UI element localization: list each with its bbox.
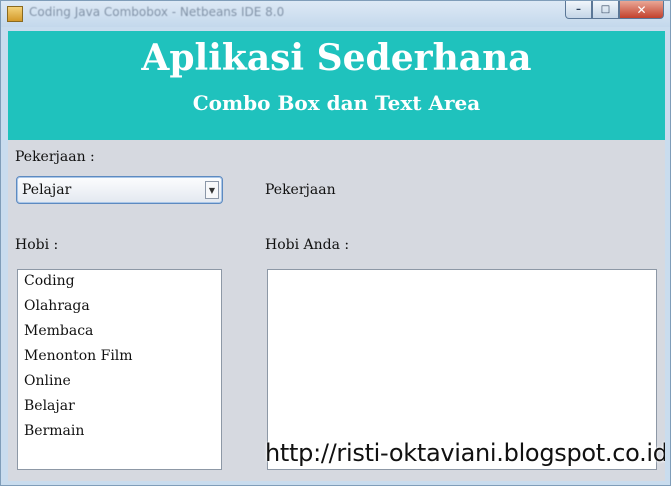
- app-title: Aplikasi Sederhana: [141, 37, 532, 79]
- title-bar[interactable]: Coding Java Combobox - Netbeans IDE 8.0 …: [1, 1, 670, 27]
- window-title: Coding Java Combobox - Netbeans IDE 8.0: [29, 5, 285, 19]
- java-app-icon: [7, 6, 23, 22]
- hobi-anda-label: Hobi Anda :: [265, 237, 350, 253]
- maximize-button[interactable]: □: [592, 1, 619, 19]
- main-panel: Aplikasi Sederhana Combo Box dan Text Ar…: [8, 31, 665, 481]
- list-item[interactable]: Belajar: [18, 398, 221, 423]
- list-item[interactable]: Coding: [18, 273, 221, 298]
- list-item[interactable]: Online: [18, 373, 221, 398]
- minimize-button[interactable]: –: [565, 1, 592, 19]
- header-banner: Aplikasi Sederhana Combo Box dan Text Ar…: [8, 31, 665, 140]
- pekerjaan-selected-value: Pelajar: [22, 182, 72, 198]
- pekerjaan-output-label: Pekerjaan: [265, 182, 336, 198]
- app-subtitle: Combo Box dan Text Area: [192, 91, 481, 115]
- dropdown-arrow-icon[interactable]: ▼: [205, 181, 219, 199]
- list-item[interactable]: Olahraga: [18, 298, 221, 323]
- list-item[interactable]: Membaca: [18, 323, 221, 348]
- hobi-list[interactable]: Coding Olahraga Membaca Menonton Film On…: [17, 269, 222, 470]
- pekerjaan-label: Pekerjaan :: [15, 149, 95, 165]
- list-item[interactable]: Bermain: [18, 423, 221, 448]
- window-controls: – □ ✕: [565, 1, 664, 20]
- pekerjaan-combobox[interactable]: Pelajar ▼: [16, 176, 223, 204]
- list-item[interactable]: Menonton Film: [18, 348, 221, 373]
- app-window: Coding Java Combobox - Netbeans IDE 8.0 …: [0, 0, 671, 486]
- watermark-url: http://risti-oktaviani.blogspot.co.id/: [265, 439, 665, 467]
- close-button[interactable]: ✕: [619, 1, 664, 19]
- hobi-label: Hobi :: [15, 237, 59, 253]
